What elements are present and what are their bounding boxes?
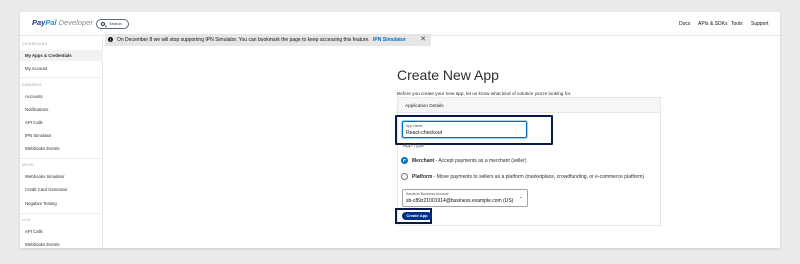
search-button[interactable]: Search: [96, 19, 129, 29]
card-title: Application Details: [398, 98, 660, 113]
info-icon: !: [108, 37, 113, 42]
close-icon[interactable]: ✕: [420, 34, 426, 46]
sidebar-section-live: LIVE: [22, 218, 31, 222]
platform-option-text: Platform - Move payments to sellers as a…: [412, 174, 644, 180]
sidebar-item-credit-card-generator[interactable]: Credit Card Generator: [20, 184, 103, 195]
page-title: Create New App: [397, 67, 499, 83]
app-name-label: App Name: [406, 124, 423, 128]
top-navigation: PayPal Developer Search Docs APIs & SDKs …: [20, 12, 780, 36]
merchant-description: - Accept payments as a merchant (seller): [434, 158, 527, 164]
nav-support[interactable]: Support: [751, 21, 769, 27]
logo-developer: Developer: [58, 18, 93, 27]
sidebar-item-my-account[interactable]: My Account: [20, 63, 103, 74]
create-app-button[interactable]: Create App: [402, 212, 432, 220]
merchant-radio[interactable]: [401, 157, 408, 164]
merchant-label: Merchant: [412, 158, 435, 164]
paypal-developer-logo[interactable]: PayPal Developer: [32, 18, 93, 27]
chevron-down-icon: ⌄: [518, 194, 523, 200]
search-icon: [101, 22, 105, 26]
merchant-option-text: Merchant - Accept payments as a merchant…: [412, 158, 527, 164]
app-name-value: React-checkout: [406, 130, 443, 136]
nav-apis-sdks[interactable]: APIs & SDKs: [698, 21, 727, 27]
logo-pal: Pal: [45, 18, 57, 27]
sidebar-section-dashboard: DASHBOARD: [22, 42, 48, 46]
nav-tools[interactable]: Tools: [731, 21, 743, 27]
sidebar-divider: [20, 158, 103, 159]
sidebar-item-ipn-simulator[interactable]: IPN Simulator: [20, 130, 103, 141]
platform-radio[interactable]: [401, 173, 408, 180]
sandbox-account-select[interactable]: Sandbox Business Account sb-c89z21001914…: [402, 189, 528, 207]
sandbox-account-value: sb-c89z21001914@business.example.com (US…: [406, 198, 514, 204]
sidebar-item-webhooks-simulator[interactable]: Webhooks Simulator: [20, 171, 103, 182]
platform-description: - Move payments to sellers as a platform…: [432, 174, 645, 180]
sidebar-divider: [20, 77, 103, 78]
browser-frame: PayPal Developer Search Docs APIs & SDKs …: [20, 12, 780, 248]
sidebar-item-negative-testing[interactable]: Negative Testing: [20, 198, 103, 209]
sandbox-account-label: Sandbox Business Account: [406, 192, 449, 196]
sidebar-item-my-apps[interactable]: My Apps & Credentials: [20, 50, 103, 61]
app-type-label: App Type: [403, 143, 425, 149]
sidebar-section-sandbox: SANDBOX: [22, 83, 42, 87]
sidebar-section-mock: MOCK: [22, 163, 34, 167]
logo-pay: Pay: [32, 18, 46, 27]
sidebar-item-accounts[interactable]: Accounts: [20, 91, 103, 102]
sidebar-item-webhooks-events[interactable]: Webhooks Events: [20, 143, 103, 154]
banner-ipn-simulator-link[interactable]: IPN Simulator: [373, 37, 406, 43]
sidebar-item-notifications[interactable]: Notifications: [20, 104, 103, 115]
sidebar: DASHBOARD My Apps & Credentials My Accou…: [20, 36, 103, 248]
sidebar-divider: [20, 213, 103, 214]
banner-text: On December 8 we will stop supporting IP…: [117, 37, 370, 43]
app-name-field[interactable]: App Name React-checkout: [402, 121, 527, 138]
deprecation-banner: ! On December 8 we will stop supporting …: [105, 34, 431, 46]
sidebar-item-live-webhooks-events[interactable]: Webhooks Events: [20, 239, 103, 248]
nav-docs[interactable]: Docs: [679, 21, 690, 27]
page-subtitle: Before you create your new app, let us k…: [397, 91, 572, 96]
search-label: Search: [109, 21, 122, 26]
sidebar-item-api-calls[interactable]: API Calls: [20, 117, 103, 128]
platform-label: Platform: [412, 174, 433, 180]
sidebar-item-live-api-calls[interactable]: API Calls: [20, 226, 103, 237]
